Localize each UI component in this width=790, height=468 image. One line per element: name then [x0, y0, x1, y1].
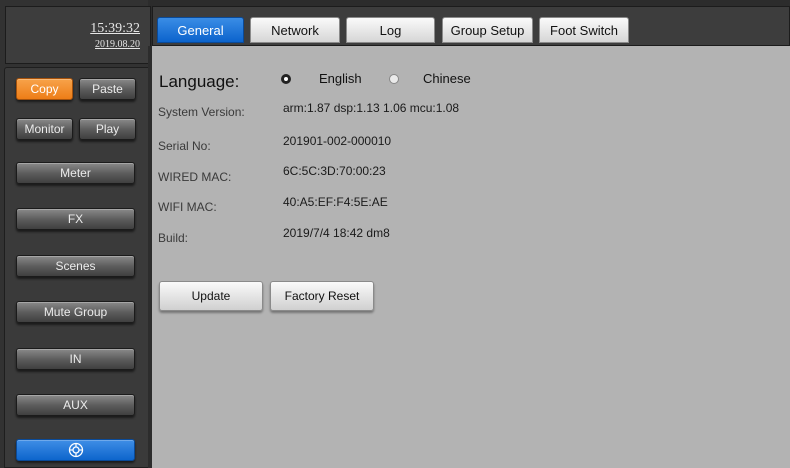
tab-foot-switch[interactable]: Foot Switch [539, 17, 629, 43]
sidebar-item-scenes[interactable]: Scenes [16, 255, 135, 277]
factory-reset-button[interactable]: Factory Reset [270, 281, 374, 311]
tab-log[interactable]: Log [346, 17, 435, 43]
wifi-mac-label: WIFI MAC: [158, 200, 217, 214]
serial-no-value: 201901-002-000010 [283, 134, 392, 148]
build-label: Build: [158, 231, 189, 245]
system-version-label: System Version: [158, 105, 245, 119]
clock: 15:39:32 2019.08.20 [5, 6, 151, 64]
copy-button[interactable]: Copy [16, 78, 73, 100]
sidebar: 15:39:32 2019.08.20 Copy Paste Monitor P… [0, 0, 152, 468]
sidebar-item-in[interactable]: IN [16, 348, 135, 370]
sidebar-item-mute-group[interactable]: Mute Group [16, 301, 135, 323]
system-version-value: arm:1.87 dsp:1.13 1.06 mcu:1.08 [283, 101, 460, 115]
clock-date: 2019.08.20 [95, 39, 140, 50]
chinese-radio[interactable] [389, 74, 399, 84]
general-panel: Language: English Chinese System Version… [148, 46, 790, 468]
monitor-button[interactable]: Monitor [16, 118, 73, 140]
chinese-option-label[interactable]: Chinese [423, 71, 471, 86]
paste-button[interactable]: Paste [79, 78, 136, 100]
tab-network[interactable]: Network [250, 17, 340, 43]
wifi-mac-value: 40:A5:EF:F4:5E:AE [283, 195, 388, 209]
english-option-label[interactable]: English [319, 71, 362, 86]
language-label: Language: [159, 72, 240, 91]
sidebar-item-aux[interactable]: AUX [16, 394, 135, 416]
settings-dial-icon [68, 442, 83, 458]
wired-mac-label: WIRED MAC: [158, 170, 232, 184]
update-button[interactable]: Update [159, 281, 263, 311]
tab-bar: General Network Log Group Setup Foot Swi… [152, 6, 790, 46]
sidebar-item-fx[interactable]: FX [16, 208, 135, 230]
clock-time: 15:39:32 [90, 21, 140, 36]
play-button[interactable]: Play [79, 118, 136, 140]
sidebar-item-meter[interactable]: Meter [16, 162, 135, 184]
settings-dial-button[interactable] [16, 439, 135, 461]
tab-group-setup[interactable]: Group Setup [442, 17, 533, 43]
tab-general[interactable]: General [157, 17, 244, 43]
build-value: 2019/7/4 18:42 dm8 [283, 226, 390, 240]
serial-no-label: Serial No: [158, 139, 211, 153]
english-radio[interactable] [281, 74, 291, 84]
wired-mac-value: 6C:5C:3D:70:00:23 [283, 164, 386, 178]
